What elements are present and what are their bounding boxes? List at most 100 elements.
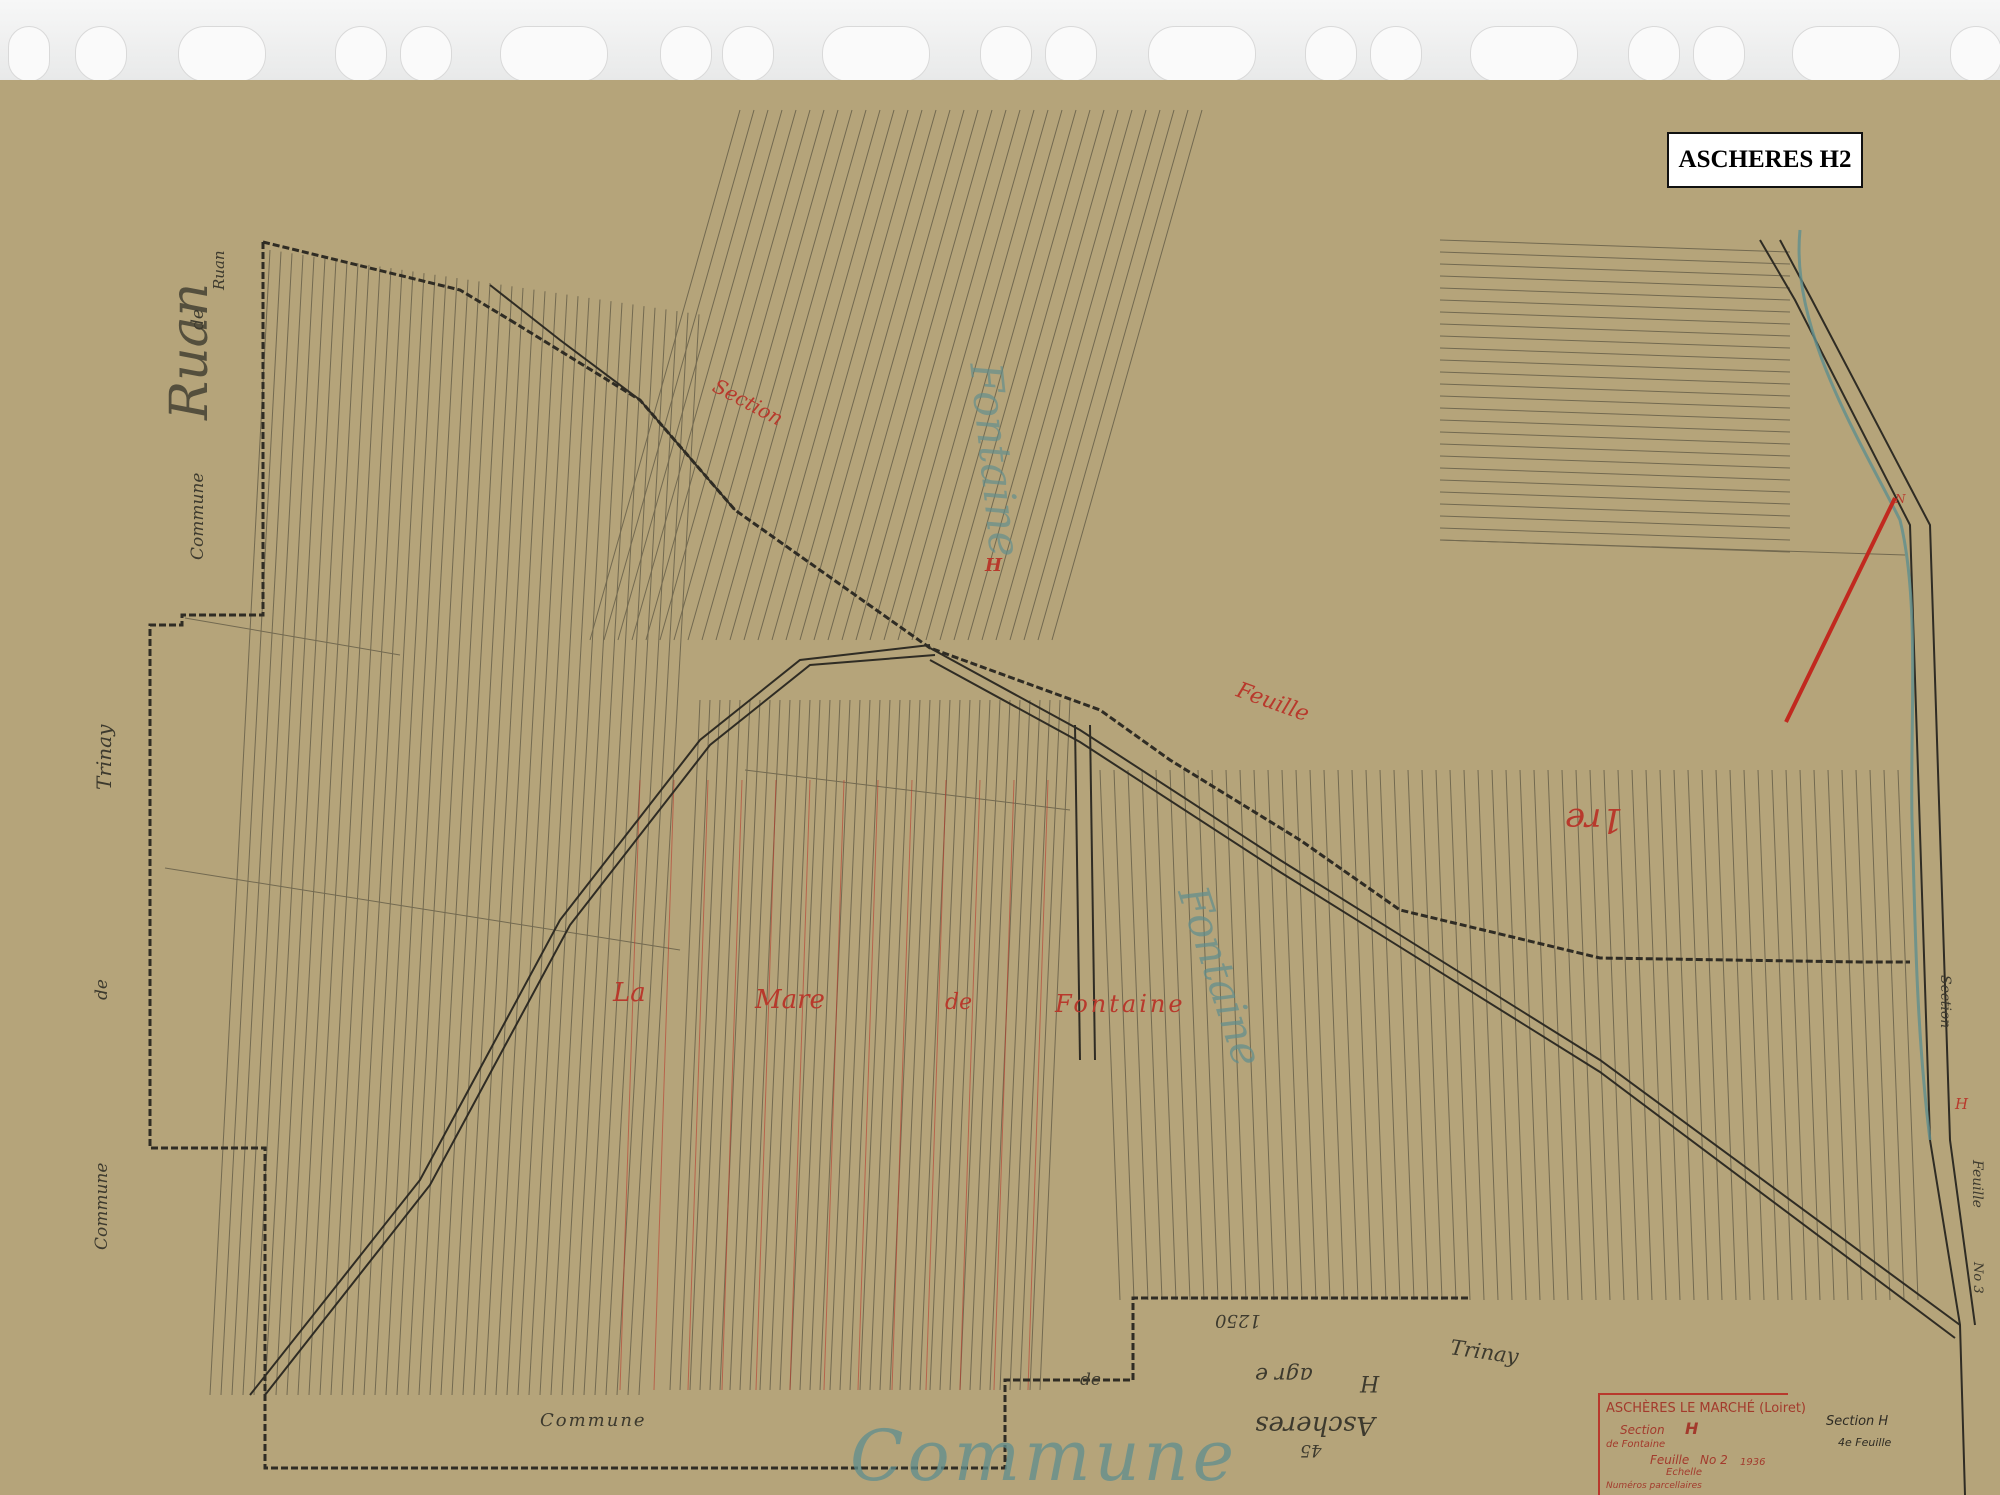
cartouche-feuille-no: No 2 [1700,1453,1728,1467]
parcel-line [407,279,469,1396]
parcel-line [1439,299,1791,313]
cartouche-numeros: Numéros parcellaires [1606,1481,1702,1491]
parcel-line [687,779,709,1391]
cartouche-annee: 1936 [1740,1457,1766,1468]
parcel-line [220,251,282,1396]
parcel-line [1027,779,1049,1391]
cartouche-side-section: Section H [1826,1414,1889,1429]
parcel-line [506,294,568,1396]
parcel-line [1439,503,1791,517]
lieu-dit-la: La [613,978,646,1008]
cartouche-echelle: Echelle [1666,1467,1703,1478]
parcel-line [1439,455,1791,469]
lieu-dit-mare: Mare [755,985,825,1015]
cartouche-feuille: Feuille [1650,1453,1690,1467]
parcel-line [673,109,825,641]
ruan-name-label: Ruan [210,250,228,290]
cartouche-lieu: de Fontaine [1606,1439,1666,1450]
parcel-line [785,109,937,641]
ascheres-stamp-agr: agr e [1255,1362,1313,1387]
parcel-line [451,286,513,1396]
parcel-line [209,249,271,1396]
parcel-line [473,289,535,1396]
parcel-line [572,304,634,1396]
parcel-line [771,109,923,641]
parcel-line [1037,109,1189,641]
parcel-strip-lines [164,109,1919,1396]
parcel-line [687,109,839,641]
parcel-line [440,284,502,1396]
parcel-line [1051,109,1203,641]
parcel-line [1439,335,1791,349]
parcel-line [799,109,951,641]
parcel-line [363,273,425,1396]
parcel-line [1439,539,1906,556]
parcel-line [264,258,326,1396]
parcel-line [589,109,741,641]
parcel-line [308,264,370,1396]
parcel-line [1439,467,1791,481]
parcel-line [744,769,1071,811]
title-cartouche: ASCHÈRES LE MARCHÉ (Loiret) Section H de… [1598,1393,1806,1495]
parcel-line [1439,383,1791,397]
parcel-line [1439,443,1791,457]
roads [249,239,1976,1495]
parcel-line [550,301,612,1396]
parcel-line [1009,109,1161,641]
lieu-dit-de: de [945,990,973,1015]
cartouche-section-letter: H [1685,1419,1699,1438]
parcel-line [757,109,909,641]
parcel-line [462,287,524,1396]
parcel-line [561,302,623,1396]
parcel-line [528,297,590,1396]
parcel-line [330,268,392,1396]
parcel-line [429,282,491,1396]
parcel-line [715,109,867,641]
cartouche-side-feuille: 4e Feuille [1838,1436,1892,1449]
parcel-line [184,617,401,656]
right-section-label: Section [1937,975,1953,1029]
parcel-line [275,259,337,1396]
parcel-line [1439,347,1791,361]
parcel-line [1439,323,1791,337]
lieu-dit-fontaine: Fontaine [1055,990,1186,1018]
parcel-line [857,779,879,1391]
sheet-label: ASCHERES H2 [1667,132,1863,188]
right-feuille-number: No 3 [1970,1262,1985,1294]
parcel-line [1439,395,1791,409]
parcel-line [891,779,913,1391]
parcel-line [1439,251,1791,265]
parcel-line [1439,515,1791,529]
parcel-line [1439,419,1791,433]
parcel-line [603,109,755,641]
parcel-line [1023,109,1175,641]
parcel-line [1439,239,1791,253]
parcel-line [297,263,359,1396]
parcel-line [418,281,480,1396]
parcel-line [659,109,811,641]
parcel-line [1439,263,1791,277]
ruan-de-label: de [188,309,208,330]
north-arrow-label: N [1895,492,1906,506]
parcel-line [1439,431,1791,445]
parcel-line [813,109,965,641]
north-arrow-line [1784,497,1897,723]
parcel-line [341,269,403,1396]
parcel-line [638,314,700,1396]
parcel-line [396,278,458,1396]
trinay-de-label: de [92,979,112,1000]
bottom-de-label: de [1080,1370,1101,1390]
cartouche-section-label: Section [1620,1423,1665,1437]
parcel-line [1439,491,1791,505]
parcel-line [286,261,348,1396]
parcel-line [1439,275,1791,289]
parcel-line [539,299,601,1396]
parcel-line [1439,371,1791,385]
cadastral-drawing [148,109,1976,1495]
large-commune-label: Commune [850,1415,1239,1495]
parcel-line [484,291,546,1396]
ruan-large-name: Ruan [160,282,220,420]
parcel-line [517,296,579,1396]
parcel-line [1439,359,1791,373]
parcel-line [1439,527,1791,541]
